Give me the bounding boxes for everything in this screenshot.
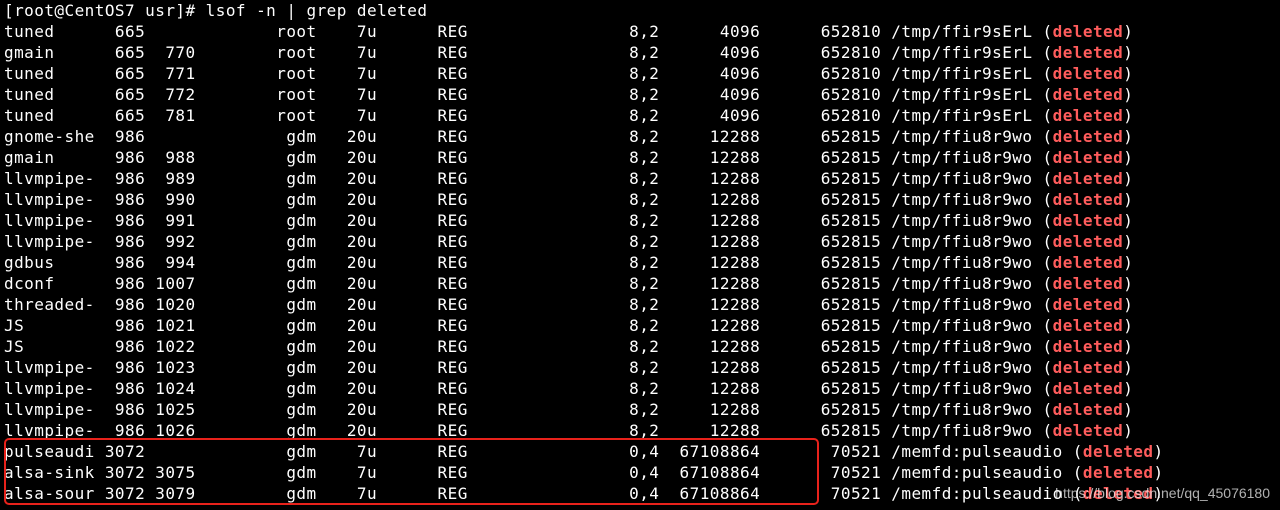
lsof-row: JS 986 1022 gdm 20u REG 8,2 12288 652815…	[4, 336, 1133, 357]
lsof-row: llvmpipe- 986 990 gdm 20u REG 8,2 12288 …	[4, 189, 1133, 210]
lsof-row: tuned 665 771 root 7u REG 8,2 4096 65281…	[4, 63, 1133, 84]
row-text: llvmpipe- 986 990 gdm 20u REG 8,2 12288 …	[4, 190, 1053, 209]
lsof-row: llvmpipe- 986 1023 gdm 20u REG 8,2 12288…	[4, 357, 1133, 378]
lsof-row: dconf 986 1007 gdm 20u REG 8,2 12288 652…	[4, 273, 1133, 294]
row-text: llvmpipe- 986 991 gdm 20u REG 8,2 12288 …	[4, 211, 1053, 230]
deleted-label: deleted	[1052, 127, 1124, 146]
deleted-label: deleted	[1052, 85, 1124, 104]
lsof-row: tuned 665 781 root 7u REG 8,2 4096 65281…	[4, 105, 1133, 126]
deleted-label: deleted	[1082, 463, 1154, 482]
deleted-label: deleted	[1052, 421, 1124, 440]
row-suffix: )	[1123, 85, 1134, 104]
deleted-label: deleted	[1052, 211, 1124, 230]
terminal-output: [root@CentOS7 usr]# lsof -n | grep delet…	[0, 0, 1280, 510]
deleted-label: deleted	[1052, 253, 1124, 272]
row-text: tuned 665 root 7u REG 8,2 4096 652810 /t…	[4, 22, 1053, 41]
deleted-label: deleted	[1052, 295, 1124, 314]
row-suffix: )	[1123, 358, 1134, 377]
row-text: gmain 986 988 gdm 20u REG 8,2 12288 6528…	[4, 148, 1053, 167]
row-text: llvmpipe- 986 992 gdm 20u REG 8,2 12288 …	[4, 232, 1053, 251]
row-suffix: )	[1123, 22, 1134, 41]
row-suffix: )	[1153, 463, 1164, 482]
lsof-row: llvmpipe- 986 1024 gdm 20u REG 8,2 12288…	[4, 378, 1133, 399]
lsof-row: llvmpipe- 986 1025 gdm 20u REG 8,2 12288…	[4, 399, 1133, 420]
row-text: tuned 665 771 root 7u REG 8,2 4096 65281…	[4, 64, 1053, 83]
deleted-label: deleted	[1052, 43, 1124, 62]
lsof-row: JS 986 1021 gdm 20u REG 8,2 12288 652815…	[4, 315, 1133, 336]
row-suffix: )	[1123, 316, 1134, 335]
annotation-highlight-box	[4, 438, 819, 505]
row-text: dconf 986 1007 gdm 20u REG 8,2 12288 652…	[4, 274, 1053, 293]
row-suffix: )	[1123, 421, 1134, 440]
row-text: llvmpipe- 986 1025 gdm 20u REG 8,2 12288…	[4, 400, 1053, 419]
lsof-row: llvmpipe- 986 992 gdm 20u REG 8,2 12288 …	[4, 231, 1133, 252]
deleted-label: deleted	[1052, 337, 1124, 356]
deleted-label: deleted	[1052, 274, 1124, 293]
row-text: tuned 665 781 root 7u REG 8,2 4096 65281…	[4, 106, 1053, 125]
lsof-row: llvmpipe- 986 989 gdm 20u REG 8,2 12288 …	[4, 168, 1133, 189]
row-suffix: )	[1123, 337, 1134, 356]
deleted-label: deleted	[1052, 379, 1124, 398]
row-text: JS 986 1022 gdm 20u REG 8,2 12288 652815…	[4, 337, 1053, 356]
row-suffix: )	[1123, 211, 1134, 230]
row-text: llvmpipe- 986 989 gdm 20u REG 8,2 12288 …	[4, 169, 1053, 188]
deleted-label: deleted	[1052, 106, 1124, 125]
command-line: [root@CentOS7 usr]# lsof -n | grep delet…	[4, 1, 428, 20]
lsof-row: tuned 665 772 root 7u REG 8,2 4096 65281…	[4, 84, 1133, 105]
row-text: tuned 665 772 root 7u REG 8,2 4096 65281…	[4, 85, 1053, 104]
row-suffix: )	[1123, 232, 1134, 251]
row-text: JS 986 1021 gdm 20u REG 8,2 12288 652815…	[4, 316, 1053, 335]
row-suffix: )	[1123, 43, 1134, 62]
row-suffix: )	[1123, 379, 1134, 398]
lsof-row: gmain 665 770 root 7u REG 8,2 4096 65281…	[4, 42, 1133, 63]
deleted-label: deleted	[1052, 316, 1124, 335]
lsof-row: llvmpipe- 986 991 gdm 20u REG 8,2 12288 …	[4, 210, 1133, 231]
row-suffix: )	[1123, 295, 1134, 314]
row-text: gmain 665 770 root 7u REG 8,2 4096 65281…	[4, 43, 1053, 62]
row-suffix: )	[1153, 442, 1164, 461]
row-suffix: )	[1123, 148, 1134, 167]
deleted-label: deleted	[1052, 169, 1124, 188]
lsof-row: gmain 986 988 gdm 20u REG 8,2 12288 6528…	[4, 147, 1133, 168]
row-text: threaded- 986 1020 gdm 20u REG 8,2 12288…	[4, 295, 1053, 314]
deleted-label: deleted	[1052, 358, 1124, 377]
row-text: gdbus 986 994 gdm 20u REG 8,2 12288 6528…	[4, 253, 1053, 272]
row-suffix: )	[1123, 169, 1134, 188]
row-suffix: )	[1123, 274, 1134, 293]
lsof-row: threaded- 986 1020 gdm 20u REG 8,2 12288…	[4, 294, 1133, 315]
watermark-text: https://blog.csdn.net/qq_45076180	[1055, 485, 1270, 501]
row-suffix: )	[1123, 190, 1134, 209]
deleted-label: deleted	[1052, 22, 1124, 41]
lsof-row: tuned 665 root 7u REG 8,2 4096 652810 /t…	[4, 21, 1133, 42]
row-suffix: )	[1123, 127, 1134, 146]
row-text: llvmpipe- 986 1024 gdm 20u REG 8,2 12288…	[4, 379, 1053, 398]
row-suffix: )	[1123, 253, 1134, 272]
row-suffix: )	[1123, 64, 1134, 83]
deleted-label: deleted	[1052, 148, 1124, 167]
deleted-label: deleted	[1052, 232, 1124, 251]
deleted-label: deleted	[1052, 190, 1124, 209]
lsof-row: gdbus 986 994 gdm 20u REG 8,2 12288 6528…	[4, 252, 1133, 273]
row-suffix: )	[1123, 400, 1134, 419]
deleted-label: deleted	[1082, 442, 1154, 461]
deleted-label: deleted	[1052, 64, 1124, 83]
lsof-row: gnome-she 986 gdm 20u REG 8,2 12288 6528…	[4, 126, 1133, 147]
row-text: llvmpipe- 986 1023 gdm 20u REG 8,2 12288…	[4, 358, 1053, 377]
deleted-label: deleted	[1052, 400, 1124, 419]
row-suffix: )	[1123, 106, 1134, 125]
row-text: gnome-she 986 gdm 20u REG 8,2 12288 6528…	[4, 127, 1053, 146]
